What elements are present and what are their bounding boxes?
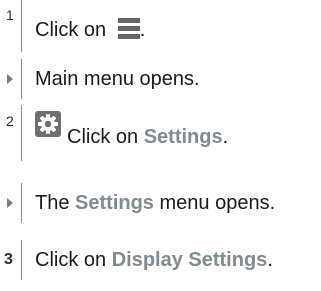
result-arrow-icon	[7, 74, 13, 84]
step-divider	[21, 183, 22, 223]
result-text: Main menu opens.	[35, 68, 200, 90]
step-text: Click on .	[35, 17, 145, 45]
result-text-prefix: The	[35, 192, 76, 214]
step-text-suffix: .	[267, 249, 273, 271]
settings-highlight: Settings	[143, 126, 223, 148]
instruction-step-1: 1 Click on .	[0, 0, 321, 52]
settings-highlight: Settings	[75, 192, 154, 214]
result-text: The Settings menu opens.	[35, 191, 275, 215]
gear-icon	[35, 111, 61, 142]
instruction-step-2: 2 Click on Settings.	[0, 105, 321, 161]
step-text-prefix: Click on	[35, 19, 112, 41]
result-step-1: Main menu opens.	[0, 59, 321, 99]
instruction-step-3: 3 Click on Display Settings.	[0, 240, 321, 280]
step-divider	[21, 0, 22, 52]
display-settings-highlight: Display Settings	[111, 249, 268, 271]
step-text-suffix: .	[139, 19, 146, 41]
step-text-suffix: .	[222, 126, 229, 148]
step-text-prefix: Click on	[67, 126, 144, 148]
step-text: Click on Display Settings.	[35, 248, 273, 272]
step-text: Click on Settings.	[67, 125, 228, 149]
step-text-prefix: Click on	[35, 249, 112, 271]
step-divider	[21, 105, 22, 161]
step-divider	[21, 240, 22, 280]
step-divider	[21, 59, 22, 99]
step-number: 2	[6, 113, 14, 129]
result-text-suffix: menu opens.	[153, 192, 276, 214]
result-step-2: The Settings menu opens.	[0, 183, 321, 223]
step-number: 1	[6, 7, 14, 23]
result-arrow-icon	[7, 198, 13, 208]
hamburger-menu-icon	[117, 17, 140, 45]
step-number: 3	[4, 251, 13, 268]
